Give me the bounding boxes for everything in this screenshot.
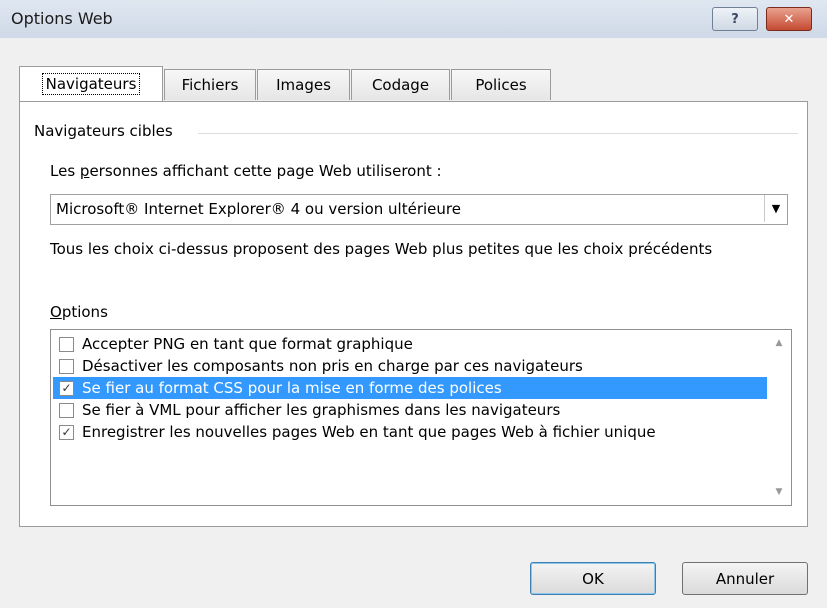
tab-label: Polices: [475, 76, 527, 94]
select-value: Microsoft® Internet Explorer® 4 ou versi…: [56, 200, 461, 218]
option-label: Enregistrer les nouvelles pages Web en t…: [82, 423, 656, 441]
tab-panel: Navigateurs cibles Les personnes afficha…: [19, 101, 808, 527]
cancel-button-label: Annuler: [715, 569, 775, 588]
tab-polices[interactable]: Polices: [451, 69, 551, 100]
browser-version-select[interactable]: Microsoft® Internet Explorer® 4 ou versi…: [50, 194, 788, 225]
target-browsers-heading: Navigateurs cibles: [34, 122, 173, 140]
close-icon: ✕: [783, 11, 795, 27]
tab-label: Navigateurs: [41, 73, 141, 95]
options-listbox[interactable]: Accepter PNG en tant que format graphiqu…: [50, 329, 792, 506]
check-icon: ✓: [61, 425, 72, 439]
list-item[interactable]: ✓ Enregistrer les nouvelles pages Web en…: [53, 421, 767, 443]
browser-description: Tous les choix ci-dessus proposent des p…: [50, 240, 713, 258]
tab-fichiers[interactable]: Fichiers: [164, 69, 256, 100]
tab-codage[interactable]: Codage: [351, 69, 450, 100]
help-button[interactable]: ?: [712, 7, 758, 31]
tab-navigateurs[interactable]: Navigateurs: [19, 66, 163, 101]
checkbox[interactable]: ✓: [59, 380, 74, 396]
close-button[interactable]: ✕: [766, 7, 812, 31]
tab-label: Fichiers: [181, 76, 239, 94]
check-icon: ✓: [61, 381, 72, 395]
options-label: Options: [50, 303, 108, 321]
list-item[interactable]: Se fier à VML pour afficher les graphism…: [53, 399, 767, 421]
list-item[interactable]: Désactiver les composants non pris en ch…: [53, 355, 767, 377]
list-item[interactable]: ✓ Se fier au format CSS pour la mise en …: [53, 377, 767, 399]
checkbox[interactable]: [59, 358, 74, 374]
dropdown-button[interactable]: ▼: [764, 195, 787, 222]
list-item[interactable]: Accepter PNG en tant que format graphiqu…: [53, 333, 767, 355]
scroll-up-arrow-icon[interactable]: ▲: [771, 336, 787, 350]
help-icon: ?: [731, 11, 739, 27]
option-label: Se fier à VML pour afficher les graphism…: [82, 401, 561, 419]
scroll-down-arrow-icon[interactable]: ▼: [771, 485, 787, 499]
tab-label: Images: [276, 76, 331, 94]
title-bar: Options Web ? ✕: [0, 0, 827, 38]
option-label: Désactiver les composants non pris en ch…: [82, 357, 583, 375]
checkbox[interactable]: [59, 336, 74, 352]
people-label: Les personnes affichant cette page Web u…: [50, 162, 442, 180]
option-label: Accepter PNG en tant que format graphiqu…: [82, 335, 413, 353]
ok-button[interactable]: OK: [530, 562, 656, 595]
group-divider: [198, 133, 798, 134]
ok-button-label: OK: [582, 569, 604, 588]
checkbox[interactable]: [59, 402, 74, 418]
tab-images[interactable]: Images: [257, 69, 350, 100]
cancel-button[interactable]: Annuler: [682, 562, 808, 595]
chevron-down-icon: ▼: [771, 202, 781, 215]
tab-label: Codage: [371, 76, 430, 94]
option-label: Se fier au format CSS pour la mise en fo…: [82, 379, 502, 397]
checkbox[interactable]: ✓: [59, 424, 74, 440]
window-title: Options Web: [11, 9, 113, 28]
